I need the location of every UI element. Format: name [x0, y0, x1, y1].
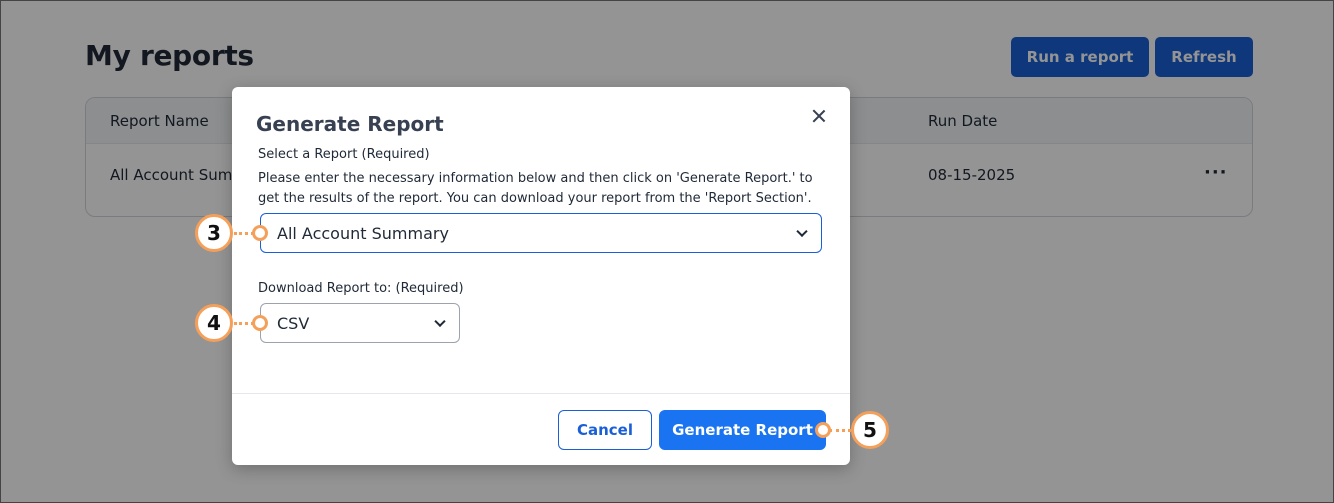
callout-badge-5: 5	[851, 411, 889, 449]
callout-marker-3	[252, 225, 268, 241]
callout-badge-4: 4	[195, 304, 233, 342]
chevron-down-icon	[434, 315, 446, 328]
callout-connector	[829, 429, 851, 432]
generate-report-button[interactable]: Generate Report	[659, 410, 826, 450]
chevron-down-icon	[796, 225, 808, 238]
generate-report-dialog: Generate Report Select a Report (Require…	[232, 87, 850, 465]
callout-connector	[234, 322, 254, 325]
cancel-button[interactable]: Cancel	[558, 410, 652, 450]
report-select-value: All Account Summary	[277, 223, 449, 243]
download-label: Download Report to: (Required)	[258, 281, 464, 296]
close-icon[interactable]	[810, 107, 828, 125]
callout-marker-4	[252, 315, 268, 331]
callout-badge-3: 3	[195, 214, 233, 252]
dialog-description: Please enter the necessary information b…	[258, 171, 813, 206]
callout-connector	[234, 232, 254, 235]
download-format-select[interactable]: CSV	[260, 303, 460, 343]
screen: My reports Run a report Refresh Report N…	[0, 0, 1334, 503]
report-select[interactable]: All Account Summary	[260, 213, 822, 253]
footer-divider	[232, 393, 850, 394]
download-format-value: CSV	[277, 313, 310, 333]
select-report-label: Select a Report (Required)	[258, 147, 430, 162]
dialog-title: Generate Report	[256, 112, 444, 136]
